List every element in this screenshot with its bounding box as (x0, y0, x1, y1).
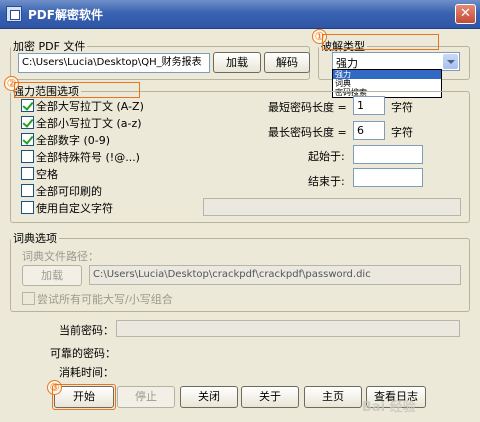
load-dictionary-button[interactable]: 加载 (22, 265, 82, 286)
try-all-case-label: 尝试所有可能大写/小写组合 (37, 293, 173, 306)
reliable-password-label: 可靠的密码： (50, 347, 116, 360)
start-from-input[interactable] (353, 145, 423, 164)
app-icon (6, 6, 22, 22)
digits-label: 全部数字 (0-9) (36, 134, 111, 147)
custom-chars-input[interactable] (203, 198, 461, 216)
chevron-down-icon[interactable] (443, 54, 458, 69)
title-bar: PDF解密软件 ✕ (0, 0, 480, 29)
min-length-unit: 字符 (391, 101, 413, 114)
printable-checkbox[interactable] (21, 184, 34, 197)
custom-chars-checkbox[interactable] (21, 201, 34, 214)
max-length-unit: 字符 (391, 126, 413, 139)
encrypted-pdf-legend: 加密 PDF 文件 (13, 40, 86, 53)
pdf-path-input[interactable]: C:\Users\Lucia\Desktop\QH_财务报表 (18, 53, 210, 73)
about-button[interactable]: 关于 (241, 386, 299, 408)
min-length-label: 最短密码长度 = (268, 101, 347, 114)
custom-chars-label: 使用自定义字符 (36, 202, 113, 215)
start-from-label: 起始于: (308, 150, 345, 163)
max-length-input[interactable]: 6 (353, 121, 385, 140)
max-length-label: 最长密码长度 = (268, 126, 347, 139)
space-checkbox[interactable] (21, 167, 34, 180)
window-title: PDF解密软件 (28, 8, 103, 22)
printable-label: 全部可印刷的 (36, 185, 102, 198)
dictionary-path-label: 词典文件路径： (22, 250, 99, 263)
elapsed-time-label: 消耗时间： (59, 366, 114, 379)
uppercase-label: 全部大写拉丁文 (A-Z) (36, 100, 144, 113)
decrypt-button[interactable]: 解码 (264, 52, 310, 73)
close-button[interactable]: 关闭 (180, 386, 238, 408)
home-button[interactable]: 主页 (304, 386, 362, 408)
try-all-case-checkbox[interactable] (22, 292, 35, 305)
current-password-label: 当前密码： (59, 324, 114, 337)
lowercase-label: 全部小写拉丁文 (a-z) (36, 117, 142, 130)
close-window-button[interactable]: ✕ (455, 4, 476, 24)
uppercase-checkbox[interactable] (21, 99, 34, 112)
end-at-label: 结束于: (308, 175, 345, 188)
watermark: Bai 经验 (362, 400, 416, 415)
end-at-input[interactable] (353, 168, 423, 187)
lowercase-checkbox[interactable] (21, 116, 34, 129)
stop-button[interactable]: 停止 (117, 386, 175, 408)
current-password-value (116, 320, 460, 337)
crack-type-option[interactable]: 强力 (333, 70, 441, 79)
min-length-input[interactable]: 1 (353, 96, 385, 115)
annotation-box-brute-force (14, 82, 140, 98)
space-label: 空格 (36, 168, 58, 181)
annotation-box-crack-type (322, 34, 439, 50)
digits-checkbox[interactable] (21, 133, 34, 146)
dictionary-path-input[interactable]: C:\Users\Lucia\Desktop\crackpdf\crackpdf… (89, 265, 461, 285)
load-pdf-button[interactable]: 加载 (213, 52, 261, 73)
special-chars-label: 全部特殊符号 (!@...) (36, 151, 140, 164)
special-chars-checkbox[interactable] (21, 150, 34, 163)
dictionary-legend: 词典选项 (13, 232, 57, 245)
annotation-box-start (52, 384, 116, 410)
